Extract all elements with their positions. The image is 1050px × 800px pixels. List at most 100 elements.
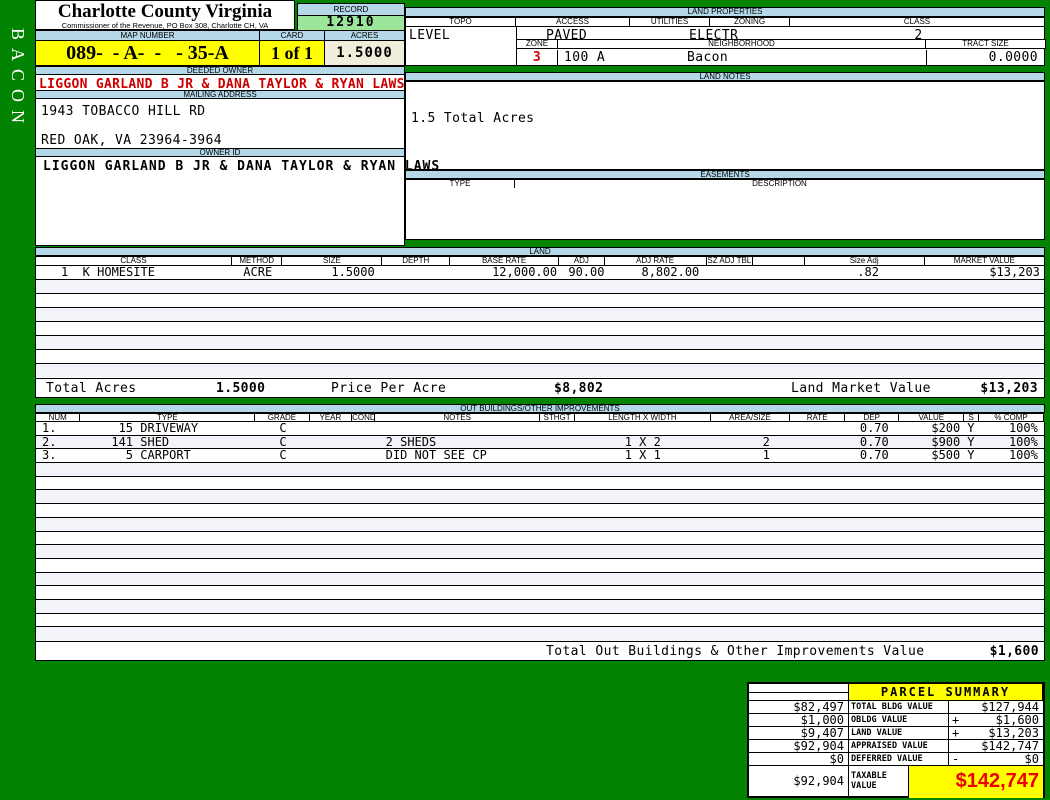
ob-area [710,422,790,435]
ob-value: $900 [899,436,964,449]
land-empty-row [36,336,1044,350]
ob-dep: 0.70 [844,436,898,449]
owner-panel: DEEDED OWNER LIGGON GARLAND B JR & DANA … [35,66,405,246]
ob-year [310,436,352,449]
ob-rate [790,449,844,462]
parcel-summary: PARCEL SUMMARY $82,497 TOTAL BLDG VALUE … [747,682,1045,798]
mailing-address-line1: 1943 TOBACCO HILL RD [41,104,206,119]
map-number-value: 089- - A- - - 35-A [35,40,260,66]
ob-row-2: 2. 141 SHED C 2 SHEDS 1 X 2 2 0.70 $900 … [36,436,1044,450]
ob-empty-row [36,504,1044,518]
ob-col-rate: RATE [790,413,845,422]
ob-col-cond: COND [352,413,375,422]
ob-lxw: 1 X 2 [575,436,710,449]
summary-right-value: $0 [1025,753,1039,765]
land-empty-row [36,280,1044,294]
ob-grade: C [256,436,310,449]
ob-empty-row [36,463,1044,477]
ob-lxw: 1 X 1 [575,449,710,462]
neighborhood-vertical-label: BACON [0,0,35,160]
land-notes-title: LAND NOTES [405,72,1045,81]
land-empty-row [36,364,1044,377]
price-per-acre-label: Price Per Acre [331,381,446,396]
ob-empty-row [36,600,1044,614]
summary-right-value: $13,203 [988,727,1039,739]
ob-col-notes: NOTES [375,413,540,422]
land-properties-values: LEVEL PAVED ELECTR 2 ZONE NEIGHBORHOOD T… [405,27,1045,66]
summary-left-value: $92,904 [749,740,849,753]
out-buildings-title: OUT BUILDINGS/OTHER IMPROVEMENTS [35,404,1045,413]
ob-cond [352,449,375,462]
summary-row-taxable: $92,904 TAXABLE VALUE $142,747 [749,766,1043,798]
ob-value: $500 [899,449,964,462]
total-acres-label: Total Acres [46,381,137,396]
owner-id-label: OWNER ID [35,148,405,157]
ob-notes [376,422,540,435]
summary-left-value: $9,407 [749,727,849,740]
land-table-title: LAND [35,247,1045,256]
ob-cond [352,422,375,435]
ob-year [310,449,352,462]
class-label: CLASS [790,17,1045,27]
property-record-card: BACON Charlotte County Virginia Commissi… [0,0,1050,800]
land-empty-row [36,308,1044,322]
easements-box [405,188,1045,240]
land-row-depth [383,266,451,279]
summary-empty-cell [749,684,849,701]
access-label: ACCESS [516,17,630,27]
ob-col-year: YEAR [310,413,352,422]
land-row-blank [753,266,804,279]
summary-right-value: $142,747 [981,740,1039,752]
topo-label: TOPO [405,17,516,27]
ob-num: 3. [36,449,81,462]
land-row-sz-adj-tbl [706,266,752,279]
deeded-owner-label: DEEDED OWNER [35,66,405,75]
ob-empty-row [36,614,1044,628]
land-row-size: 1.5000 [283,266,383,279]
ob-sthgt [540,422,575,435]
ob-s: Y [963,436,978,449]
land-totals-row: Total Acres 1.5000 Price Per Acre $8,802… [35,378,1045,398]
ob-comp: 100% [978,449,1043,462]
ob-area: 1 [710,449,790,462]
summary-sign: - [952,753,959,765]
summary-label: OBLDG VALUE [849,714,949,727]
zoning-label: ZONING [710,17,790,27]
land-properties-title: LAND PROPERTIES [405,7,1045,17]
acres-value: 1.5000 [325,40,405,66]
record-value: 12910 [297,15,405,31]
land-col-blank [753,256,805,266]
ob-total-value: $1,600 [990,644,1039,659]
easements-title: EASEMENTS [405,170,1045,179]
ob-empty-row [36,545,1044,559]
summary-row-total-bldg: $82,497 TOTAL BLDG VALUE $127,944 [749,701,1043,714]
commissioner-subtitle: Commissioner of the Revenue, PO Box 308,… [36,21,294,30]
land-col-sz-adj-tbl: SZ ADJ TBL [707,256,753,266]
ob-row-1: 1. 15 DRIVEWAY C 0.70 $200 Y 100% [36,422,1044,436]
ob-type: 5 CARPORT [81,449,255,462]
summary-left-value: $82,497 [749,701,849,714]
summary-label: TOTAL BLDG VALUE [849,701,949,714]
ob-comp: 100% [978,436,1043,449]
ob-s: Y [963,449,978,462]
land-market-value: $13,203 [980,381,1038,396]
out-buildings-rows: 1. 15 DRIVEWAY C 0.70 $200 Y 100% 2. 141… [35,422,1045,641]
summary-sign: + [952,727,959,739]
utilities-label: UTILITIES [630,17,710,27]
land-row-class: 1 K HOMESITE [36,266,233,279]
summary-right-value: $1,600 [996,714,1039,726]
ob-grade: C [256,449,310,462]
county-title-box: Charlotte County Virginia Commissioner o… [35,0,295,30]
ob-empty-row [36,477,1044,491]
land-notes-box: 1.5 Total Acres [405,81,1045,170]
land-row-market-value: $13,203 [924,266,1044,279]
ob-lxw [575,422,710,435]
card-value: 1 of 1 [260,40,325,66]
ob-empty-row [36,573,1044,587]
ob-grade: C [256,422,310,435]
land-market-value-label: Land Market Value [791,381,931,396]
ob-dep: 0.70 [844,449,898,462]
summary-left-value: $1,000 [749,714,849,727]
ob-notes: DID NOT SEE CP [376,449,540,462]
land-notes-text: 1.5 Total Acres [411,111,534,126]
